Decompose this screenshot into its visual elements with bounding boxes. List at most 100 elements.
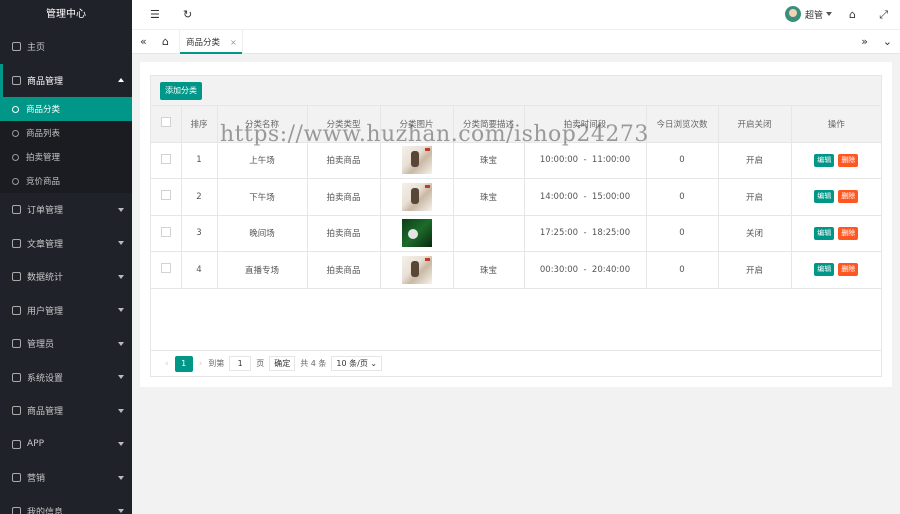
delete-button[interactable]: 删除 — [838, 226, 859, 240]
column-header: 分类简要描述 — [453, 106, 525, 143]
page-current[interactable]: 1 — [174, 355, 193, 372]
edit-button[interactable]: 编辑 — [814, 190, 835, 204]
top-bar: ☰ ↻ 超管 ⌂ ⤢ — [132, 0, 900, 30]
select-all-cell — [151, 106, 182, 143]
sidebar-group-9[interactable]: 我的信息 — [0, 495, 132, 514]
chevron-down-icon — [118, 207, 124, 212]
sidebar: 管理中心 主页 商品管理 商品分类 商品列表 拍卖管理 竞价商品 订单管理 文章管… — [0, 0, 132, 514]
edit-button[interactable]: 编辑 — [814, 226, 835, 240]
cell-type: 拍卖商品 — [307, 215, 381, 252]
chevron-down-icon — [118, 475, 124, 480]
tab-goods-category[interactable]: 商品分类 × — [179, 30, 243, 54]
sidebar-item-label: 系统设置 — [27, 373, 64, 384]
page-unit-label: 页 — [256, 359, 265, 368]
delete-button[interactable]: 删除 — [838, 263, 859, 277]
tab-label: 商品分类 — [186, 38, 221, 48]
table-toolbar: 添加分类 — [151, 76, 881, 106]
sidebar-item-label: 订单管理 — [27, 206, 64, 217]
cell-status: 开启 — [718, 142, 792, 179]
sidebar-group-5[interactable]: 系统设置 — [0, 361, 132, 395]
column-header: 拍卖时间段 — [524, 106, 647, 143]
chevron-down-icon[interactable]: ⌄ — [883, 35, 892, 48]
prev-page-icon[interactable]: ‹ — [165, 359, 169, 369]
home-tab-icon[interactable]: ⌂ — [162, 35, 169, 48]
tab-scroll-left-icon[interactable]: « — [140, 35, 147, 48]
chevron-down-icon — [118, 442, 124, 447]
category-thumbnail[interactable] — [401, 255, 432, 284]
edit-button[interactable]: 编辑 — [814, 153, 835, 167]
sidebar-item-home[interactable]: 主页 — [0, 30, 132, 64]
goto-confirm-button[interactable]: 确定 — [269, 356, 296, 371]
fullscreen-icon[interactable]: ⤢ — [879, 8, 888, 22]
category-thumbnail[interactable] — [401, 146, 432, 175]
sidebar-group-7[interactable]: APP — [0, 428, 132, 462]
chevron-down-icon — [118, 274, 124, 279]
cell-time: 10:00:00 - 11:00:00 — [524, 142, 647, 179]
cell-status: 关闭 — [718, 215, 792, 252]
row-checkbox[interactable] — [160, 226, 171, 237]
sidebar-group-6[interactable]: 商品管理 — [0, 394, 132, 428]
sidebar-group-goods[interactable]: 商品管理 — [0, 63, 132, 97]
sidebar-subitem-category[interactable]: 商品分类 — [0, 97, 132, 121]
table-row: 1 上午场 拍卖商品 珠宝 10:00:00 - 11:00:00 0 开启 编辑 删除 — [151, 142, 881, 179]
cell-desc: 珠宝 — [453, 178, 525, 216]
circle-icon — [12, 129, 19, 137]
sidebar-subitem-bidding[interactable]: 竞价商品 — [0, 169, 132, 193]
sidebar-item-label: 商品管理 — [27, 407, 64, 418]
cell-actions: 编辑 删除 — [791, 251, 881, 289]
table-row: 4 直播专场 拍卖商品 珠宝 00:30:00 - 20:40:00 0 开启 编辑 删除 — [151, 251, 881, 289]
sidebar-group-8[interactable]: 营销 — [0, 461, 132, 495]
menu-toggle-icon[interactable]: ☰ — [150, 8, 160, 21]
column-header: 分类名称 — [217, 106, 308, 143]
table-row: 2 下午场 拍卖商品 珠宝 14:00:00 - 15:00:00 0 开启 编辑 删除 — [151, 178, 881, 216]
sidebar-submenu: 商品分类 商品列表 拍卖管理 竞价商品 — [0, 97, 132, 193]
cell-desc — [453, 215, 525, 252]
category-thumbnail[interactable] — [401, 182, 432, 211]
sidebar-subitem-auction[interactable]: 拍卖管理 — [0, 145, 132, 169]
sidebar-group-3[interactable]: 用户管理 — [0, 294, 132, 328]
table-header-row: 排序 分类名称 分类类型 分类图片 分类简要描述 拍卖时间段 今日浏览次数 开启关闭 操作 — [151, 106, 881, 143]
cell-image — [380, 178, 454, 216]
row-checkbox[interactable] — [160, 263, 171, 274]
row-checkbox[interactable] — [160, 153, 171, 164]
total-count: 共 4 条 — [300, 359, 327, 368]
circle-icon — [12, 153, 19, 161]
row-checkbox[interactable] — [160, 190, 171, 201]
close-icon[interactable]: × — [230, 38, 237, 47]
edit-button[interactable]: 编辑 — [814, 263, 835, 277]
cell-name: 下午场 — [217, 178, 308, 216]
tag-icon[interactable]: ⌂ — [849, 8, 856, 21]
sidebar-group-2[interactable]: 数据统计 — [0, 260, 132, 294]
chevron-down-icon — [826, 12, 832, 16]
sidebar-group-0[interactable]: 订单管理 — [0, 193, 132, 227]
refresh-icon[interactable]: ↻ — [183, 8, 192, 21]
delete-button[interactable]: 删除 — [838, 153, 859, 167]
column-header: 操作 — [791, 106, 881, 143]
sidebar-item-label: 文章管理 — [27, 239, 64, 250]
cell-sort: 4 — [181, 251, 218, 289]
column-header: 分类图片 — [380, 106, 454, 143]
sidebar-item-label: 营销 — [27, 474, 46, 485]
sidebar-item-label: 商品管理 — [27, 76, 64, 87]
pagination: ‹ 1 › 到第 1 页 确定 共 4 条 10 条/页 ⌄ — [151, 350, 881, 376]
cell-name: 上午场 — [217, 142, 308, 179]
add-category-button[interactable]: 添加分类 — [160, 82, 202, 100]
cell-time: 00:30:00 - 20:40:00 — [524, 251, 647, 289]
subitem-label: 拍卖管理 — [26, 153, 61, 163]
tab-scroll-right-icon[interactable]: » — [861, 35, 868, 48]
select-all-checkbox[interactable] — [160, 117, 171, 128]
next-page-icon[interactable]: › — [199, 359, 203, 369]
row-select-cell — [151, 215, 182, 252]
cell-sort: 2 — [181, 178, 218, 216]
circle-icon — [12, 105, 19, 113]
page-number-input[interactable]: 1 — [229, 356, 252, 371]
sidebar-subitem-goods-list[interactable]: 商品列表 — [0, 121, 132, 145]
sidebar-group-1[interactable]: 文章管理 — [0, 227, 132, 261]
sidebar-group-4[interactable]: 管理员 — [0, 327, 132, 361]
page-size-value: 10 条/页 — [336, 359, 368, 368]
user-menu[interactable]: 超管 — [784, 6, 832, 22]
category-thumbnail[interactable] — [401, 219, 432, 248]
page-size-select[interactable]: 10 条/页 ⌄ — [331, 356, 383, 371]
delete-button[interactable]: 删除 — [838, 190, 859, 204]
menu-icon — [12, 506, 21, 514]
